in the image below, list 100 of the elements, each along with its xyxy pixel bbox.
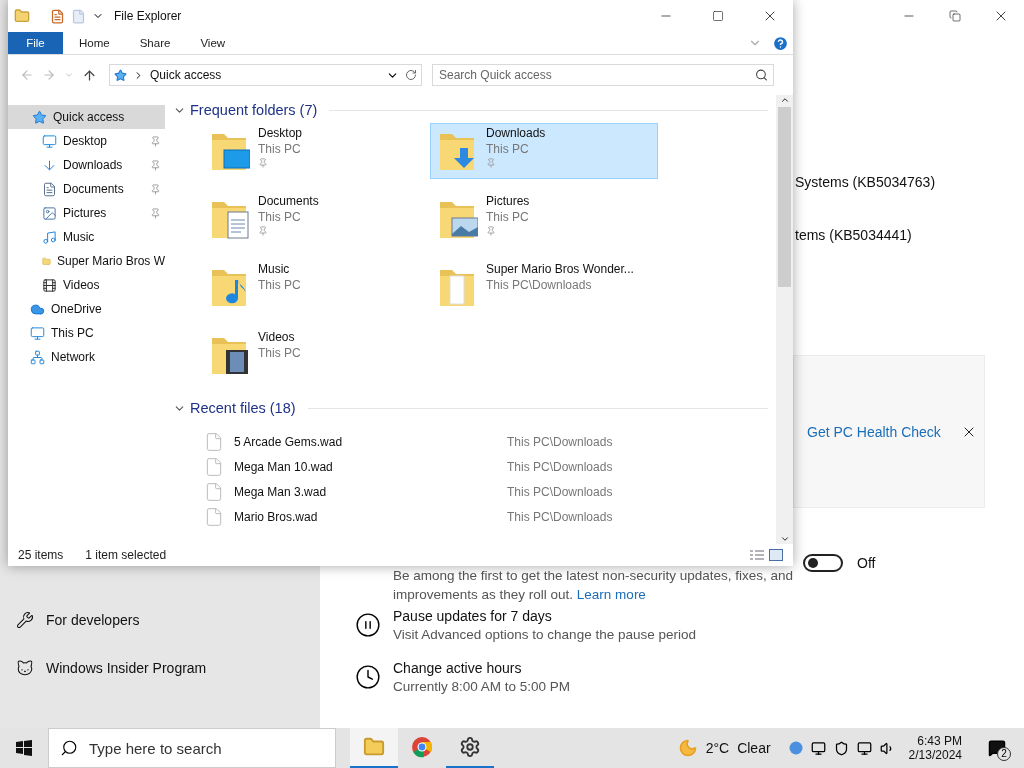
maximize-icon: [712, 10, 724, 22]
health-check-link[interactable]: Get PC Health Check: [807, 423, 941, 440]
network-icon[interactable]: [856, 740, 872, 756]
file-location: This PC\Downloads: [507, 484, 614, 499]
file-name[interactable]: Mega Man 10.wad: [234, 459, 507, 474]
browser-logo-icon: [411, 736, 433, 758]
nav-item[interactable]: Super Mario Bros W: [8, 249, 165, 273]
nav-label: Desktop: [63, 134, 109, 148]
search-field[interactable]: Search Quick access: [432, 64, 774, 86]
monitor-icon: [42, 133, 57, 149]
file-name[interactable]: Mario Bros.wad: [234, 509, 507, 524]
folder-icon: [14, 8, 30, 24]
help-icon[interactable]: [772, 34, 789, 52]
folder-tile[interactable]: Documents This PC: [202, 191, 430, 247]
preview-description: Be among the first to get the latest non-security updates, fixes, and improvements as they roll out. Learn more: [393, 567, 793, 604]
nav-item[interactable]: This PC: [8, 321, 165, 345]
pause-icon: [355, 612, 381, 638]
caret-icon: [64, 70, 74, 80]
weather-temperature[interactable]: 2°C: [705, 740, 730, 756]
nav-label: OneDrive: [51, 302, 103, 316]
tray-app-icon[interactable]: [810, 740, 826, 756]
restore-icon: [949, 10, 961, 22]
status-selection: 1 item selected: [85, 548, 167, 562]
folder-name: Pictures: [486, 194, 530, 208]
nav-item[interactable]: Documents: [8, 177, 165, 201]
notification-button[interactable]: 2: [980, 730, 1014, 766]
folder-location: This PC: [486, 210, 530, 224]
toggle-label: Off: [857, 555, 876, 571]
folder-tile[interactable]: Music This PC: [202, 259, 430, 315]
update-title: tems (KB5034441): [795, 227, 913, 245]
folder-location: This PC: [258, 210, 302, 224]
file-icon: [204, 481, 224, 502]
file-icon: [204, 456, 224, 477]
folder-location: This PC: [258, 142, 302, 156]
nav-item[interactable]: Quick access: [8, 105, 165, 129]
file-location: This PC\Downloads: [507, 459, 614, 474]
forward-arrow-icon: [42, 68, 56, 82]
windows-logo-icon: [16, 740, 32, 756]
option-title[interactable]: Change active hours: [393, 660, 571, 676]
nav-label: Videos: [63, 278, 101, 292]
file-icon: [204, 506, 224, 527]
folder-name: Super Mario Bros Wonder...: [486, 262, 634, 276]
nav-item[interactable]: Videos: [8, 273, 165, 297]
star-icon: [32, 109, 47, 125]
folder-tile[interactable]: Pictures This PC: [430, 191, 658, 247]
nav-label: Downloads: [63, 158, 124, 172]
ribbon-tab[interactable]: File: [8, 32, 63, 54]
document-icon: [42, 181, 57, 197]
computer-icon: [30, 325, 45, 341]
star-icon: [114, 68, 127, 82]
folder-location: This PC: [258, 278, 301, 292]
taskbar-search-field[interactable]: Type here to search: [48, 728, 336, 768]
up-button[interactable]: [82, 67, 97, 83]
search-icon[interactable]: [755, 68, 768, 82]
folder-tile[interactable]: Downloads This PC: [430, 123, 658, 179]
status-item-count: 25 items: [18, 548, 64, 562]
taskbar-app[interactable]: [350, 728, 398, 768]
nav-item[interactable]: Desktop: [8, 129, 165, 153]
toggle-switch[interactable]: [803, 554, 843, 572]
nav-item[interactable]: Downloads: [8, 153, 165, 177]
properties-icon[interactable]: [50, 8, 65, 24]
tiles-view-icon[interactable]: [769, 549, 783, 561]
nav-item[interactable]: OneDrive: [8, 297, 165, 321]
refresh-icon[interactable]: [405, 69, 417, 81]
nav-label: Documents: [63, 182, 125, 196]
file-name[interactable]: 5 Arcade Gems.wad: [234, 434, 507, 449]
weather-condition[interactable]: Clear: [737, 740, 771, 756]
folder-location: This PC\Downloads: [486, 278, 593, 292]
section-heading[interactable]: Frequent folders (7): [190, 102, 318, 118]
option-subtitle: Visit Advanced options to change the pause period: [393, 627, 696, 642]
folder-name: Videos: [258, 330, 296, 344]
ribbon-tab[interactable]: Home: [65, 32, 124, 54]
clock[interactable]: 6:43 PM 2/13/2024: [908, 734, 962, 762]
shield-warning-icon[interactable]: [833, 740, 849, 756]
folder-location: This PC: [258, 346, 301, 360]
option-title[interactable]: Pause updates for 7 days: [393, 608, 696, 624]
learn-more-link[interactable]: Learn more: [576, 587, 646, 602]
folder-location: This PC: [486, 142, 530, 156]
folder-tile[interactable]: Desktop This PC: [202, 123, 430, 179]
cat-icon: [16, 659, 34, 677]
sidebar-item[interactable]: Windows Insider Program: [16, 656, 320, 680]
scrollbar[interactable]: [776, 95, 793, 544]
ribbon-tab[interactable]: View: [186, 32, 240, 54]
scroll-down-icon[interactable]: [779, 534, 790, 544]
nav-label: Super Mario Bros W: [56, 254, 165, 268]
file-name[interactable]: Mega Man 3.wad: [234, 484, 507, 499]
picture-icon: [42, 205, 57, 221]
folder-name: Music: [258, 262, 291, 276]
folder-name: Documents: [258, 194, 319, 208]
nav-item[interactable]: Music: [8, 225, 165, 249]
scroll-up-icon[interactable]: [779, 95, 790, 105]
ribbon-tab[interactable]: Share: [125, 32, 185, 54]
section-heading[interactable]: Recent files (18): [190, 400, 296, 416]
nav-item[interactable]: Network: [8, 345, 165, 369]
nav-item[interactable]: Pictures: [8, 201, 165, 225]
folder-tile[interactable]: Super Mario Bros Wonder... This PC\Downloads: [430, 259, 658, 315]
tools-icon: [16, 611, 34, 629]
sidebar-item[interactable]: For developers: [16, 608, 320, 632]
nav-label: Music: [63, 230, 96, 244]
folder-tile[interactable]: Videos This PC: [202, 327, 430, 383]
